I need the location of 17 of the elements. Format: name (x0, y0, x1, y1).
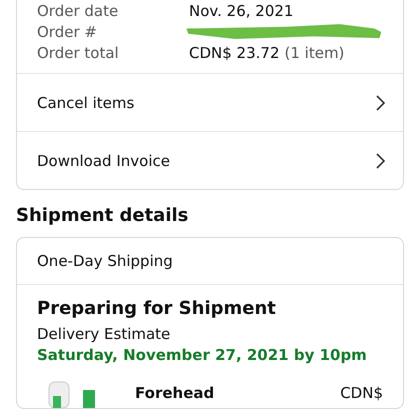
section-heading: Shipment details (16, 205, 190, 227)
field-value: CDN$ 23.72 (189, 44, 280, 62)
product-price: CDN$ (340, 384, 383, 402)
menu-row[interactable]: Cancel items (17, 74, 403, 132)
delivery-date: Saturday, November 27, 2021 by 10pm (37, 346, 368, 364)
shipment-status: Preparing for Shipment (37, 297, 277, 321)
field-label: Order total (37, 44, 120, 62)
item-count: (1 item) (284, 44, 344, 62)
estimate-label: Delivery Estimate (37, 325, 172, 343)
shipping-method: One-Day Shipping (17, 238, 403, 285)
chevron-right-icon (375, 152, 385, 168)
product-name[interactable]: Forehead (135, 384, 340, 402)
field-label: Order date (37, 2, 120, 20)
field-value: Nov. 26, 2021 (189, 2, 294, 20)
field-label: Order # (37, 22, 98, 40)
menu-row[interactable]: Download Invoice (17, 132, 403, 189)
chevron-right-icon (375, 94, 385, 110)
